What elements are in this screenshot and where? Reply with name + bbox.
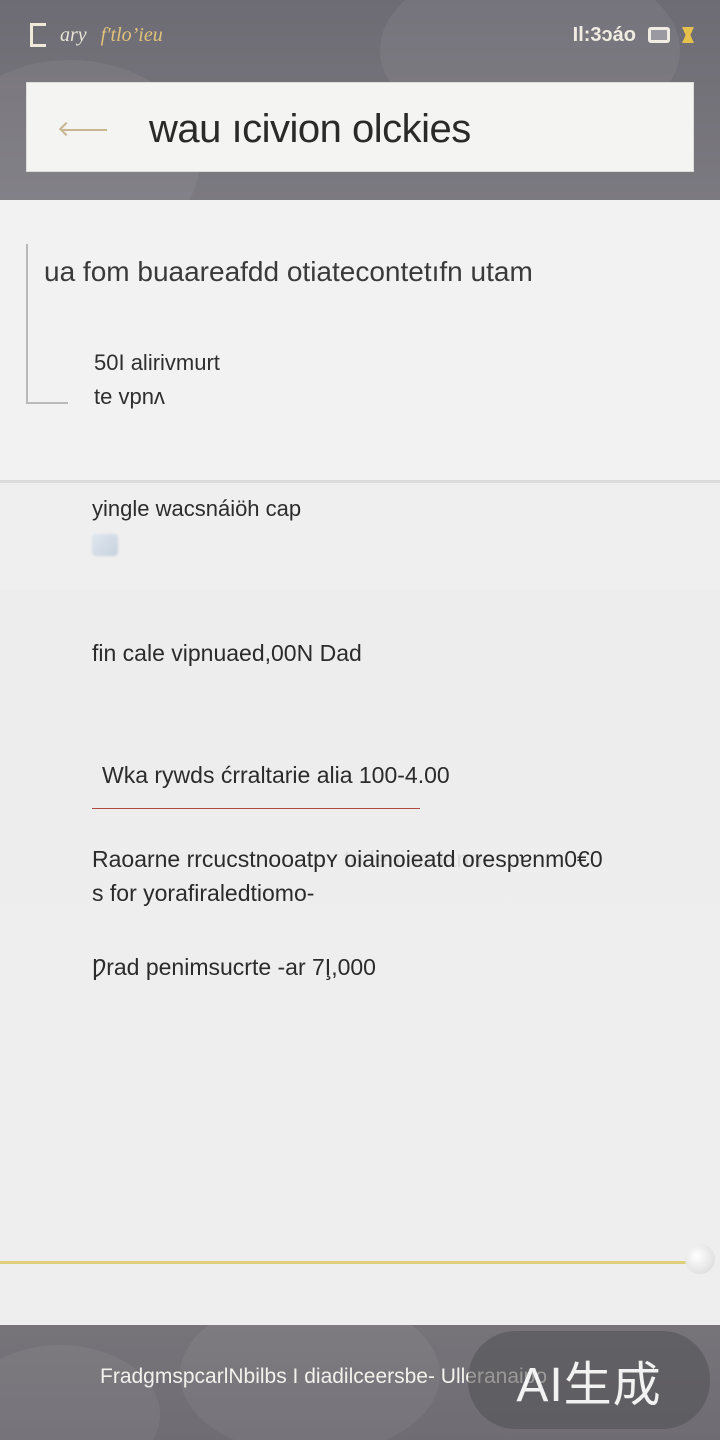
header-band: ary f'tlo’ieu Il:3ɔáo wau ıcivion olcki…	[0, 0, 720, 200]
list-item[interactable]: fin cale vipnuaed,00N Dad	[92, 640, 362, 667]
status-time: Il:3ɔáo	[572, 23, 636, 46]
slider-track[interactable]	[0, 1261, 691, 1264]
background-shade	[0, 1345, 160, 1440]
input-underline	[92, 808, 420, 809]
list-item[interactable]: Ƿrad penimsucrte -ar 7I̧,000	[92, 954, 376, 981]
ai-generated-watermark: AI生成	[468, 1331, 710, 1429]
slider-knob[interactable]	[685, 1244, 715, 1274]
page-title: wau ıcivion olckies	[149, 107, 471, 151]
intro-subtext-line: te vpnʌ	[94, 384, 165, 409]
toggle-checkbox[interactable]	[92, 534, 118, 556]
intro-heading: ua fom buaareafdd otiatecontetıfn utam	[44, 256, 533, 287]
back-arrow-tip	[58, 121, 74, 137]
status-right: Il:3ɔáo	[573, 22, 694, 48]
content-sheet: ua fom buaareafdd otiatecontetıfn utam 5…	[0, 200, 720, 1325]
status-tag: f'tlo’ieu	[100, 23, 163, 46]
intro-block: ua fom buaareafdd otiatecontetıfn utam 5…	[0, 200, 720, 480]
list-item[interactable]: Raoarne rrcucstnooatpʏ oiainoieatd oresp…	[92, 846, 603, 873]
intro-subtext-line: 50I alirivmurt	[94, 350, 220, 375]
bottom-bar: FradgmspcarlΝbilbs I diadilceersbe- Ulle…	[0, 1325, 720, 1440]
hourglass-icon	[682, 27, 694, 43]
status-bar: ary f'tlo’ieu Il:3ɔáo	[0, 0, 720, 70]
status-left: ary f'tlo’ieu	[30, 22, 163, 48]
carrier-label: ary	[60, 23, 87, 46]
title-card: wau ıcivion olckies	[26, 82, 694, 172]
list-item[interactable]: Wka rywds ćrraltarie alia 100-4.00	[102, 762, 450, 789]
bracket-icon	[30, 23, 46, 47]
section-divider	[0, 480, 720, 483]
battery-icon	[648, 27, 670, 43]
list-item-subtext: s for yorafiraledtiomo-	[92, 880, 315, 906]
toggle-label: yingle wacsnáiöh cap	[92, 496, 302, 521]
intro-subtext: 50I alirivmurt te vpnʌ	[94, 346, 220, 414]
back-arrow-icon[interactable]	[58, 121, 107, 137]
